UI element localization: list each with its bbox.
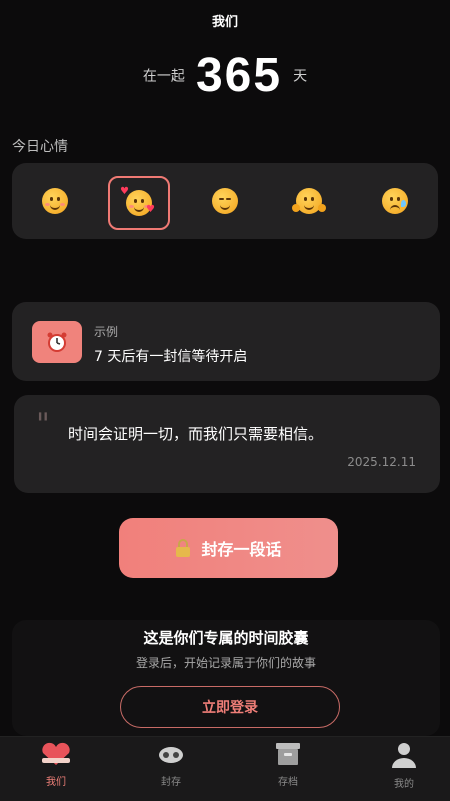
relieved-face-icon <box>212 188 238 214</box>
alarm-clock-icon <box>32 321 82 363</box>
person-icon <box>389 743 419 773</box>
promo-subtitle: 登录后，开始记录属于你们的故事 <box>135 656 316 670</box>
quote-card: " 时间会证明一切，而我们只需要相信。 2025.12.11 <box>14 395 440 493</box>
login-promo: 这是你们专属的时间胶囊 登录后，开始记录属于你们的故事 立即登录 <box>12 620 440 736</box>
tab-archive[interactable]: 存档 <box>243 741 333 788</box>
promo-title: 这是你们专属的时间胶囊 <box>143 629 309 647</box>
seal-message-button[interactable]: 封存一段话 <box>119 518 338 578</box>
tab-archive-label: 存档 <box>278 777 298 788</box>
smiling-face-with-hearts-icon: ♥ ♥ <box>120 186 155 216</box>
mood-option-smiling[interactable] <box>32 178 78 224</box>
mood-section-label: 今日心情 <box>12 139 68 155</box>
mood-option-hugging[interactable] <box>286 178 332 224</box>
tab-mine-label: 我的 <box>394 779 414 790</box>
tab-us-label: 我们 <box>46 777 66 788</box>
seal-button-label: 封存一段话 <box>201 540 282 559</box>
lock-icon <box>175 539 191 557</box>
seal-icon <box>156 747 186 771</box>
couple-heart-icon <box>39 742 73 771</box>
tab-seal-label: 封存 <box>161 777 181 788</box>
days-together-counter: 在一起 365 天 <box>0 48 450 103</box>
counter-suffix: 天 <box>293 68 308 85</box>
quote-date: 2025.12.11 <box>347 455 416 469</box>
tab-mine[interactable]: 我的 <box>359 741 449 790</box>
page-title: 我们 <box>211 15 238 30</box>
smiling-face-icon <box>42 188 68 214</box>
reminder-text: 7 天后有一封信等待开启 <box>94 349 248 365</box>
crying-face-icon <box>382 188 408 214</box>
bottom-tab-bar: 我们 封存 存档 我的 <box>0 736 450 801</box>
hugging-face-icon <box>292 188 326 214</box>
archive-box-icon <box>273 743 303 771</box>
counter-prefix: 在一起 <box>142 68 185 85</box>
quote-text: 时间会证明一切，而我们只需要相信。 <box>68 425 324 443</box>
counter-days: 365 <box>195 49 283 102</box>
letter-reminder-card[interactable]: 示例 7 天后有一封信等待开启 <box>12 302 440 381</box>
quote-mark-icon: " <box>36 407 50 442</box>
mood-option-crying[interactable] <box>372 178 418 224</box>
mood-option-relieved[interactable] <box>202 178 248 224</box>
mood-picker: ♥ ♥ <box>12 163 438 239</box>
reminder-tag: 示例 <box>94 325 119 339</box>
tab-seal[interactable]: 封存 <box>126 741 216 788</box>
login-button[interactable]: 立即登录 <box>120 686 340 728</box>
tab-us[interactable]: 我们 <box>11 741 101 788</box>
mood-option-love[interactable]: ♥ ♥ <box>108 176 170 230</box>
